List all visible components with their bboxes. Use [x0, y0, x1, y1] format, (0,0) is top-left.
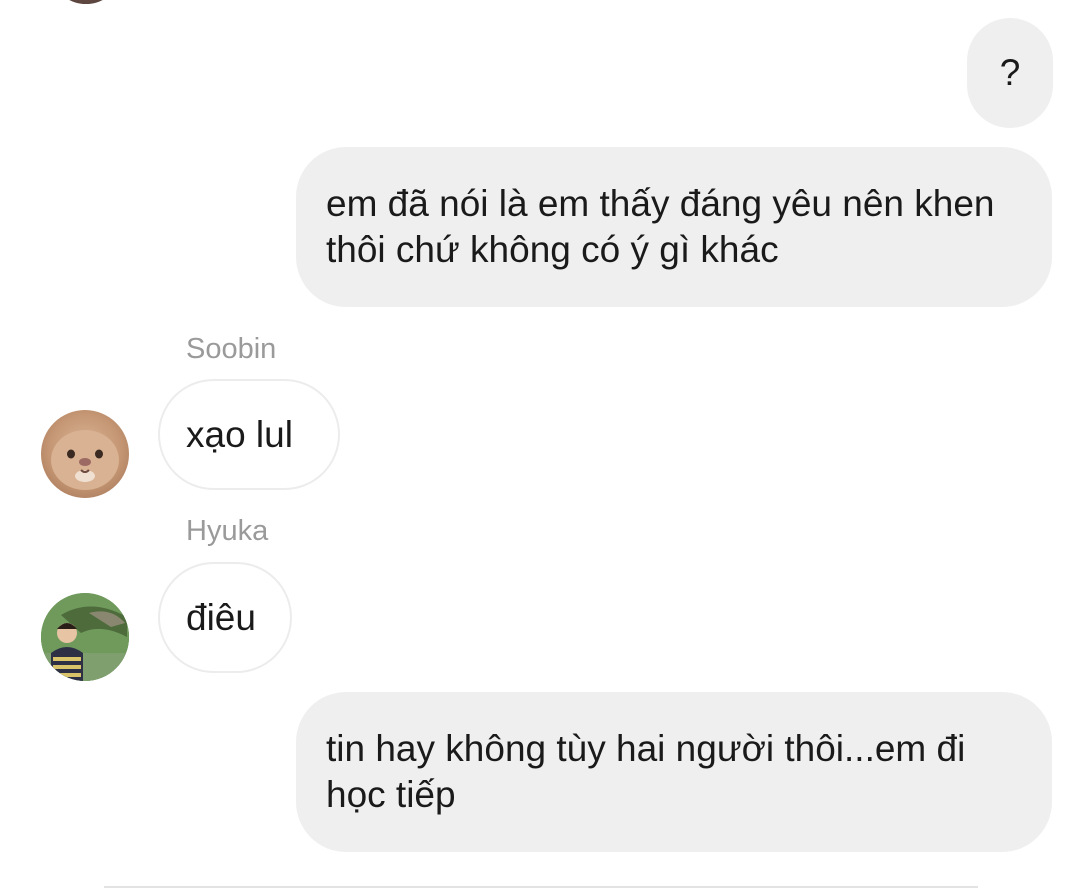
message-text: tin hay không tùy hai người thôi...em đi… [326, 728, 966, 815]
avatar[interactable] [57, 0, 115, 4]
message-text: điêu [186, 596, 256, 638]
message-bubble-outgoing[interactable]: tin hay không tùy hai người thôi...em đi… [296, 692, 1052, 852]
avatar-hyuka[interactable] [41, 593, 129, 681]
divider [104, 886, 978, 888]
avatar-soobin[interactable] [41, 410, 129, 498]
message-text: xạo lul [186, 413, 293, 455]
message-bubble-incoming[interactable]: xạo lul [158, 379, 340, 490]
message-text: em đã nói là em thấy đáng yêu nên khen t… [326, 183, 995, 270]
sender-name-soobin: Soobin [186, 333, 277, 365]
message-bubble-outgoing[interactable]: ? [967, 18, 1053, 128]
message-text: ? [999, 52, 1021, 93]
hamster-avatar-icon [51, 430, 119, 490]
sender-name-hyuka: Hyuka [186, 515, 269, 547]
message-bubble-outgoing[interactable]: em đã nói là em thấy đáng yêu nên khen t… [296, 147, 1052, 307]
profile-photo-icon [41, 593, 129, 681]
message-bubble-incoming[interactable]: điêu [158, 562, 292, 673]
